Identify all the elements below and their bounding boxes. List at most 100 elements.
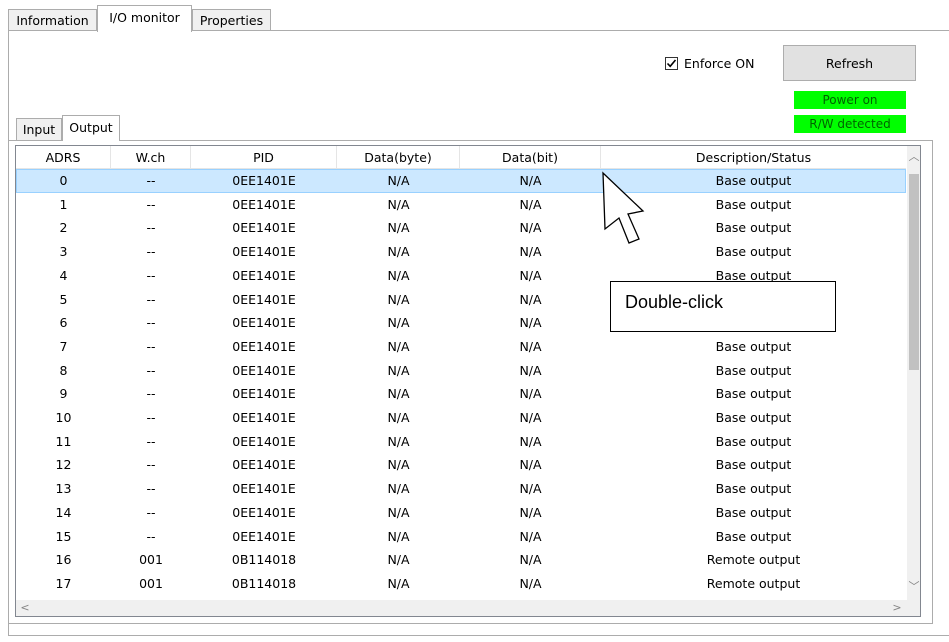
cell-description: Base output bbox=[715, 244, 792, 260]
cell-pid: 0EE1401E bbox=[232, 291, 296, 307]
cell-wch: -- bbox=[146, 528, 156, 544]
cell-data-byte: N/A bbox=[387, 362, 410, 378]
cell-adrs: 4 bbox=[59, 267, 68, 283]
double-click-annotation: Double-click bbox=[610, 281, 836, 332]
table-row[interactable]: 12 -- 0EE1401E N/A N/A Base output bbox=[16, 453, 906, 477]
scroll-down-icon[interactable]: ﹀ bbox=[907, 580, 920, 594]
scrollbar-corner bbox=[907, 600, 920, 616]
cell-pid: 0EE1401E bbox=[232, 433, 296, 449]
cell-data-bit: N/A bbox=[519, 220, 542, 236]
col-data-byte-header[interactable]: Data(byte) bbox=[337, 146, 460, 168]
cell-pid: 0EE1401E bbox=[232, 338, 296, 354]
col-description-header[interactable]: Description/Status bbox=[601, 146, 906, 168]
table-row[interactable]: 3 -- 0EE1401E N/A N/A Base output bbox=[16, 240, 906, 264]
cell-adrs: 11 bbox=[55, 433, 72, 449]
cell-data-byte: N/A bbox=[387, 291, 410, 307]
table-row[interactable]: 10 -- 0EE1401E N/A N/A Base output bbox=[16, 406, 906, 430]
cell-description: Base output bbox=[715, 386, 792, 402]
cell-adrs: 14 bbox=[55, 504, 72, 520]
cell-data-bit: N/A bbox=[519, 575, 542, 591]
cell-adrs: 15 bbox=[55, 528, 72, 544]
tab-input[interactable]: Input bbox=[16, 118, 62, 140]
cell-wch: -- bbox=[146, 386, 156, 402]
scroll-left-icon[interactable]: < bbox=[18, 601, 32, 615]
cell-data-bit: N/A bbox=[519, 481, 542, 497]
cell-adrs: 16 bbox=[55, 552, 72, 568]
cell-wch: -- bbox=[146, 315, 156, 331]
cell-pid: 0EE1401E bbox=[232, 173, 296, 188]
cell-adrs: 8 bbox=[59, 362, 68, 378]
cell-adrs: 2 bbox=[59, 220, 68, 236]
cell-pid: 0EE1401E bbox=[232, 244, 296, 260]
cell-wch: -- bbox=[146, 244, 156, 260]
tab-output[interactable]: Output bbox=[62, 115, 120, 141]
tab-information[interactable]: Information bbox=[8, 9, 97, 31]
table-row[interactable]: 8 -- 0EE1401E N/A N/A Base output bbox=[16, 359, 906, 383]
cell-wch: 001 bbox=[139, 575, 163, 591]
cell-adrs: 10 bbox=[55, 410, 72, 425]
scroll-right-icon[interactable]: > bbox=[890, 601, 904, 615]
cell-pid: 0EE1401E bbox=[232, 196, 296, 212]
table-row[interactable]: 0 -- 0EE1401E N/A N/A Base output bbox=[16, 169, 906, 193]
cell-data-bit: N/A bbox=[519, 338, 542, 354]
cell-data-bit: N/A bbox=[519, 457, 542, 473]
cell-description: Base output bbox=[715, 362, 792, 378]
cell-wch: -- bbox=[146, 291, 156, 307]
vertical-scrollbar[interactable]: ︿ ﹀ bbox=[907, 146, 920, 600]
cell-pid: 0EE1401E bbox=[232, 362, 296, 378]
col-adrs-header[interactable]: ADRS bbox=[16, 146, 111, 168]
cell-wch: -- bbox=[146, 173, 156, 188]
table-row[interactable]: 2 -- 0EE1401E N/A N/A Base output bbox=[16, 216, 906, 240]
cell-data-byte: N/A bbox=[387, 386, 410, 402]
tab-properties[interactable]: Properties bbox=[192, 9, 271, 31]
scroll-up-icon[interactable]: ︿ bbox=[907, 150, 920, 164]
table-row[interactable]: 16 001 0B114018 N/A N/A Remote output bbox=[16, 548, 906, 572]
scrollbar-thumb[interactable] bbox=[909, 174, 919, 370]
cell-description: Base output bbox=[715, 433, 792, 449]
cell-data-byte: N/A bbox=[387, 338, 410, 354]
cell-description: Base output bbox=[715, 504, 792, 520]
table-row[interactable]: 11 -- 0EE1401E N/A N/A Base output bbox=[16, 430, 906, 454]
cell-pid: 0EE1401E bbox=[232, 315, 296, 331]
cell-wch: -- bbox=[146, 504, 156, 520]
horizontal-scrollbar[interactable]: < > bbox=[16, 600, 907, 616]
enforce-checkbox[interactable]: Enforce ON bbox=[665, 55, 754, 71]
io-table: ADRS W.ch PID Data(byte) Data(bit) Descr… bbox=[15, 145, 921, 617]
cell-pid: 0EE1401E bbox=[232, 220, 296, 236]
table-row[interactable]: 13 -- 0EE1401E N/A N/A Base output bbox=[16, 477, 906, 501]
col-data-bit-header[interactable]: Data(bit) bbox=[460, 146, 601, 168]
cell-pid: 0EE1401E bbox=[232, 457, 296, 473]
cell-data-byte: N/A bbox=[387, 244, 410, 260]
col-pid-header[interactable]: PID bbox=[191, 146, 337, 168]
cell-pid: 0EE1401E bbox=[232, 386, 296, 402]
cell-description: Base output bbox=[715, 481, 792, 497]
cell-adrs: 1 bbox=[59, 196, 68, 212]
table-row[interactable]: 7 -- 0EE1401E N/A N/A Base output bbox=[16, 335, 906, 359]
cell-adrs: 13 bbox=[55, 481, 72, 497]
cell-data-bit: N/A bbox=[519, 291, 542, 307]
cell-data-byte: N/A bbox=[387, 267, 410, 283]
checkbox-checked-icon[interactable] bbox=[665, 56, 678, 70]
table-header: ADRS W.ch PID Data(byte) Data(bit) Descr… bbox=[16, 146, 906, 169]
table-row[interactable]: 9 -- 0EE1401E N/A N/A Base output bbox=[16, 382, 906, 406]
tab-io-monitor[interactable]: I/O monitor bbox=[97, 5, 192, 32]
cell-pid: 0B114018 bbox=[231, 552, 297, 568]
col-wch-header[interactable]: W.ch bbox=[111, 146, 191, 168]
cell-data-byte: N/A bbox=[387, 528, 410, 544]
cell-wch: -- bbox=[146, 433, 156, 449]
cell-description: Base output bbox=[715, 173, 792, 188]
cell-data-byte: N/A bbox=[387, 410, 410, 425]
refresh-button[interactable]: Refresh bbox=[783, 45, 916, 81]
cell-wch: 001 bbox=[139, 552, 163, 568]
cell-adrs: 9 bbox=[59, 386, 68, 402]
cell-adrs: 6 bbox=[59, 315, 68, 331]
table-row[interactable]: 17 001 0B114018 N/A N/A Remote output bbox=[16, 572, 906, 596]
table-row[interactable]: 1 -- 0EE1401E N/A N/A Base output bbox=[16, 193, 906, 217]
cell-wch: -- bbox=[146, 220, 156, 236]
table-row[interactable]: 15 -- 0EE1401E N/A N/A Base output bbox=[16, 525, 906, 549]
table-row[interactable]: 14 -- 0EE1401E N/A N/A Base output bbox=[16, 501, 906, 525]
cell-description: Remote output bbox=[706, 552, 801, 568]
cell-data-bit: N/A bbox=[519, 433, 542, 449]
power-status-badge: Power on bbox=[794, 91, 906, 109]
cell-data-bit: N/A bbox=[519, 173, 542, 188]
